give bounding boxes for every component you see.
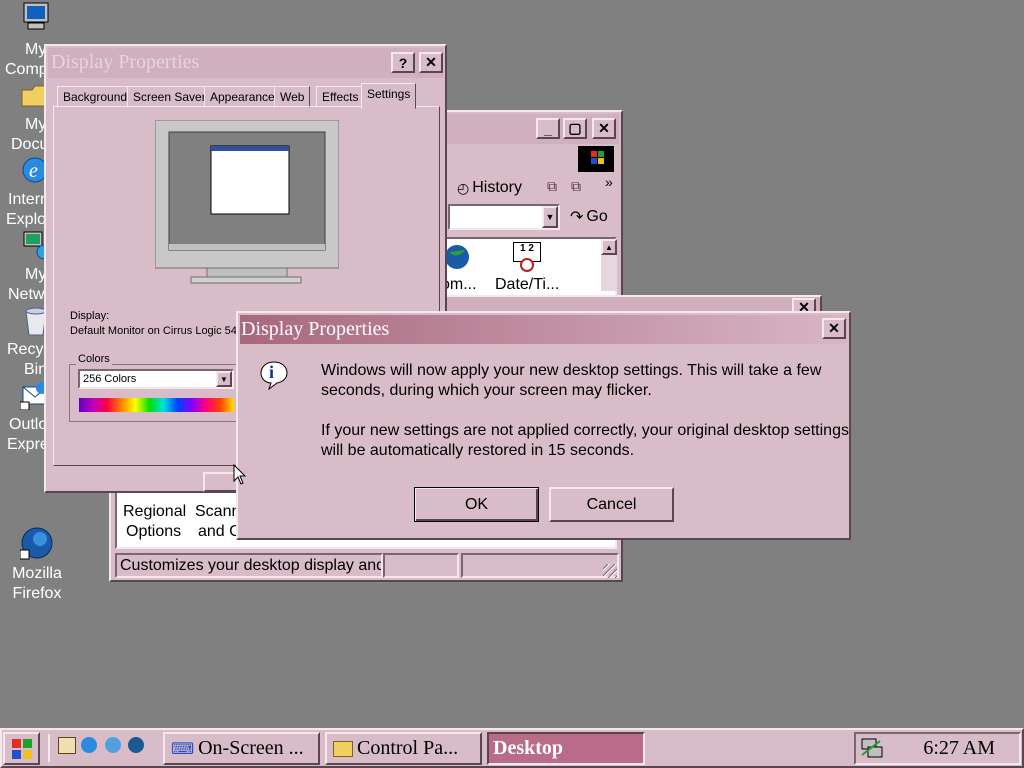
dialog-message: Windows will now apply your new desktop …	[321, 362, 822, 399]
tab-settings[interactable]: Settings	[361, 83, 417, 109]
tab-screen-saver[interactable]: Screen Saver	[127, 86, 212, 108]
colors-label: Colors	[76, 353, 112, 365]
colors-dropdown-button[interactable]: ▼	[216, 371, 232, 387]
info-icon: i	[259, 360, 289, 391]
tab-background[interactable]: Background	[57, 86, 134, 108]
desktop-icon-label: Recy	[7, 341, 44, 358]
dialog-titlebar[interactable]: Display Properties	[240, 315, 847, 344]
clock[interactable]: 6:27 AM	[923, 737, 995, 760]
quick-launch	[48, 734, 154, 762]
control-panel-item[interactable]: om...	[441, 242, 491, 298]
system-tray: 6:27 AM	[854, 732, 1021, 765]
item-label: and C	[198, 523, 239, 540]
monitor-preview	[154, 119, 340, 284]
desktop-icon-label: Docu	[11, 136, 49, 153]
minimize-button[interactable]: _	[536, 118, 560, 139]
desktop-icon-label: Comp	[5, 61, 48, 78]
status-bar: Customizes your desktop display and	[115, 553, 383, 578]
tab-appearance[interactable]: Appearance	[204, 86, 281, 108]
scroll-up-button[interactable]: ▲	[601, 239, 617, 255]
desktop-icon-my-computer[interactable]	[20, 2, 54, 32]
go-arrow-icon: ↷	[570, 209, 584, 226]
computer-icon	[23, 2, 49, 30]
ie-icon[interactable]	[81, 737, 97, 753]
desktop-icon-label: Outlo	[9, 416, 48, 433]
firefox-icon	[19, 527, 53, 560]
ok-button[interactable]: OK	[414, 487, 539, 522]
svg-text:e: e	[29, 160, 38, 182]
status-text: Customizes your desktop display and	[120, 557, 383, 574]
desktop-icon-label: Explo	[6, 211, 47, 228]
color-palette-bar	[79, 398, 234, 412]
resize-grip-icon[interactable]	[603, 564, 617, 578]
mouse-cursor-icon	[233, 463, 247, 491]
scrollbar[interactable]: ▲	[601, 239, 617, 291]
views-icon[interactable]: ⧉	[571, 178, 591, 196]
go-button[interactable]: ↷ Go	[570, 205, 608, 229]
start-button[interactable]	[3, 732, 40, 765]
taskbar-button-label: Desktop	[493, 737, 564, 759]
desktop-icon-label: Mozilla	[12, 565, 62, 582]
desktop-icon-label: Expre	[7, 436, 49, 453]
windows-logo-icon	[578, 146, 614, 172]
cancel-label: Cancel	[586, 495, 637, 513]
network-tray-icon[interactable]	[860, 737, 884, 759]
windows-logo-icon	[11, 738, 32, 759]
maximize-button[interactable]: ▢	[563, 118, 587, 139]
desktop-icon-label: Firefox	[12, 585, 62, 602]
close-button[interactable]: ✕	[822, 318, 846, 339]
close-button[interactable]: ✕	[419, 52, 443, 73]
display-label: Display:	[70, 310, 110, 322]
taskbar-button-control-panel[interactable]: Control Pa...	[325, 732, 482, 765]
window-title: Display Properties	[51, 51, 200, 73]
status-bar-pane	[383, 553, 459, 578]
info-glyph: i	[269, 362, 275, 382]
folders-icon[interactable]: ⧉	[547, 178, 567, 196]
dialog-title: Display Properties	[241, 318, 390, 340]
display-properties-titlebar[interactable]: Display Properties	[48, 48, 443, 78]
taskbar-button-label: Control Pa...	[357, 737, 459, 759]
go-label: Go	[586, 208, 608, 225]
close-button[interactable]: ✕	[592, 118, 616, 139]
keyboard-icon: ⌨	[171, 740, 195, 758]
control-panel-item-regional-options[interactable]: Regional Options	[119, 484, 191, 544]
history-label: History	[472, 179, 522, 196]
confirm-dialog[interactable]: Display Properties ✕ i Windows will now …	[236, 311, 851, 540]
dialog-message: If your new settings are not applied cor…	[321, 422, 849, 459]
history-icon: ◴	[457, 179, 470, 196]
chevron-right-icon[interactable]: »	[605, 174, 613, 190]
folder-icon	[333, 740, 353, 757]
tab-web[interactable]: Web	[274, 86, 311, 108]
taskbar-button-on-screen[interactable]: ⌨ On-Screen ...	[163, 732, 320, 765]
control-panel-item[interactable]: 1 2 Date/Ti...	[495, 242, 575, 298]
desktop-icon-label: Netw	[8, 286, 45, 303]
item-label: Date/Ti...	[495, 276, 560, 293]
item-label: Regional	[123, 503, 187, 520]
taskbar-button-desktop[interactable]: Desktop	[487, 732, 645, 765]
taskbar-button-label: On-Screen ...	[198, 737, 304, 759]
tab-effects[interactable]: Effects	[316, 86, 365, 108]
outlook-icon[interactable]	[105, 737, 121, 753]
address-dropdown-button[interactable]: ▼	[542, 206, 558, 228]
cancel-button[interactable]: Cancel	[549, 487, 674, 522]
item-label: Scann	[195, 503, 239, 520]
display-value: Default Monitor on Cirrus Logic 544	[70, 325, 244, 337]
status-bar-pane	[461, 553, 619, 578]
calendar-clock-icon: 1 2	[511, 242, 541, 272]
desktop-icon-mozilla-firefox[interactable]	[19, 526, 54, 560]
help-button[interactable]: ?	[391, 52, 415, 73]
history-button[interactable]: ◴ History	[457, 175, 522, 201]
colors-select-value: 256 Colors	[83, 373, 137, 385]
colors-select[interactable]: 256 Colors	[78, 369, 234, 389]
ok-label: OK	[464, 495, 489, 513]
control-panel-item-scanners[interactable]: Scann and C	[193, 484, 239, 544]
monitor-icon	[154, 119, 340, 284]
item-label: Options	[126, 523, 182, 540]
show-desktop-icon[interactable]	[58, 737, 76, 754]
desktop-icon-label: Intern	[8, 191, 49, 208]
globe-icon	[447, 245, 469, 269]
globe-icon[interactable]	[128, 737, 144, 753]
